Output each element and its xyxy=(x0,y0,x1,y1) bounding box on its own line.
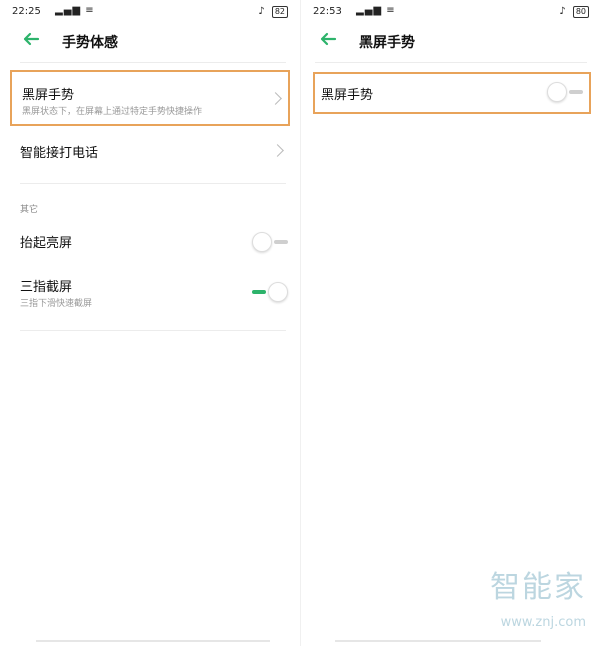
mute-icon: ♪ xyxy=(258,6,265,17)
watermark-logo: 智能家 xyxy=(490,570,586,605)
battery-icon: 80 xyxy=(572,6,589,18)
toggle-knob xyxy=(252,232,272,252)
page-title: 黑屏手势 xyxy=(359,35,415,51)
back-arrow-icon[interactable] xyxy=(22,30,40,48)
status-right-icons: ♪ 80 xyxy=(559,6,589,18)
raise-to-wake-toggle[interactable] xyxy=(252,232,288,252)
section-divider xyxy=(20,183,286,184)
status-time: 22:25 xyxy=(12,6,41,17)
toggle-knob xyxy=(547,82,567,102)
toggle-track xyxy=(252,290,266,294)
list-item-smart-call[interactable]: 智能接打电话 xyxy=(10,136,290,166)
title-divider xyxy=(315,62,587,63)
page-title: 手势体感 xyxy=(62,35,118,51)
chevron-right-icon xyxy=(271,144,284,157)
toggle-label: 三指截屏 xyxy=(20,280,73,295)
toggle-description: 三指下滑快速截屏 xyxy=(20,299,93,309)
settings-screen-screen-off-gestures: 22:53 ▂▄▆ ≡ ♪ 80 黑屏手势 黑屏手势 xyxy=(300,0,600,646)
toggle-row-raise-to-wake[interactable]: 抬起亮屏 xyxy=(10,226,290,256)
list-end-divider xyxy=(20,330,286,331)
status-bar: 22:25 ▂▄▆ ≡ ♪ 82 xyxy=(12,5,288,22)
three-finger-screenshot-toggle[interactable] xyxy=(252,282,288,302)
back-arrow-icon[interactable] xyxy=(319,30,337,48)
toggle-label: 抬起亮屏 xyxy=(20,236,73,251)
title-bar: 黑屏手势 xyxy=(301,28,600,56)
toggle-track xyxy=(569,90,583,94)
watermark-url: www.znj.com xyxy=(500,615,586,630)
status-right-icons: ♪ 82 xyxy=(258,6,288,18)
status-time: 22:53 xyxy=(313,6,342,17)
nav-bar xyxy=(36,640,270,642)
toggle-track xyxy=(274,240,288,244)
section-header-other: 其它 xyxy=(20,205,39,215)
screen-off-gesture-toggle[interactable] xyxy=(547,82,583,102)
item-label: 黑屏手势 xyxy=(22,88,75,103)
toggle-label: 黑屏手势 xyxy=(321,88,374,103)
title-divider xyxy=(20,62,286,63)
nav-bar xyxy=(335,640,541,642)
toggle-row-three-finger-screenshot[interactable]: 三指截屏 三指下滑快速截屏 xyxy=(10,270,290,314)
mute-icon: ♪ xyxy=(559,6,566,17)
list-item-screen-off-gesture[interactable]: 黑屏手势 黑屏状态下，在屏幕上通过特定手势快捷操作 xyxy=(10,70,290,126)
title-bar: 手势体感 xyxy=(0,28,300,56)
settings-screen-gestures: 22:25 ▂▄▆ ≡ ♪ 82 手势体感 黑屏手势 黑屏状态下，在屏幕上通过特… xyxy=(0,0,300,646)
item-description: 黑屏状态下，在屏幕上通过特定手势快捷操作 xyxy=(22,107,203,117)
signal-icon: ▂▄▆ ≡ xyxy=(55,5,95,16)
toggle-knob xyxy=(268,282,288,302)
status-bar: 22:53 ▂▄▆ ≡ ♪ 80 xyxy=(313,5,589,22)
item-label: 智能接打电话 xyxy=(20,146,99,161)
battery-icon: 82 xyxy=(271,6,288,18)
chevron-right-icon xyxy=(269,92,282,105)
signal-icon: ▂▄▆ ≡ xyxy=(356,5,396,16)
